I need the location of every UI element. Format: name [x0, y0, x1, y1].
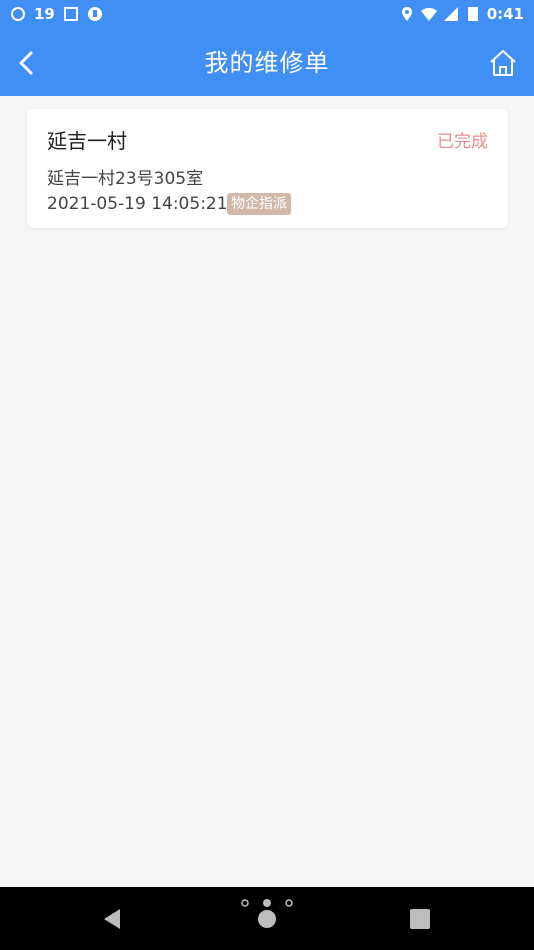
app-icon	[87, 7, 102, 21]
location-icon	[401, 7, 412, 21]
download-icon	[63, 7, 78, 21]
order-status: 已完成	[437, 132, 488, 152]
nav-home-icon[interactable]	[240, 897, 294, 937]
status-left-text: 19	[34, 5, 55, 23]
wifi-icon	[420, 8, 437, 21]
home-button[interactable]	[486, 46, 520, 80]
battery-icon	[467, 7, 478, 21]
order-time: 2021-05-19 14:05:21	[47, 194, 228, 214]
status-bar: 19 0:41	[0, 0, 534, 30]
status-right: 0:41	[399, 5, 524, 23]
home-icon	[490, 50, 516, 76]
signal-icon	[443, 7, 458, 21]
order-tag: 物企指派	[227, 193, 291, 215]
nav-back-icon[interactable]	[100, 907, 124, 931]
order-title: 延吉一村	[47, 129, 127, 153]
system-nav-bar	[0, 887, 534, 950]
status-time: 0:41	[486, 5, 524, 23]
repair-order-card[interactable]: 延吉一村 已完成 延吉一村23号305室 2021-05-19 14:05:21…	[27, 109, 508, 228]
notification-icon	[11, 7, 25, 21]
order-address: 延吉一村23号305室	[47, 169, 204, 189]
status-left: 19	[10, 5, 103, 23]
nav-recent-icon[interactable]	[410, 909, 430, 929]
page-title: 我的维修单	[204, 49, 330, 77]
app-bar: 我的维修单	[0, 30, 534, 96]
